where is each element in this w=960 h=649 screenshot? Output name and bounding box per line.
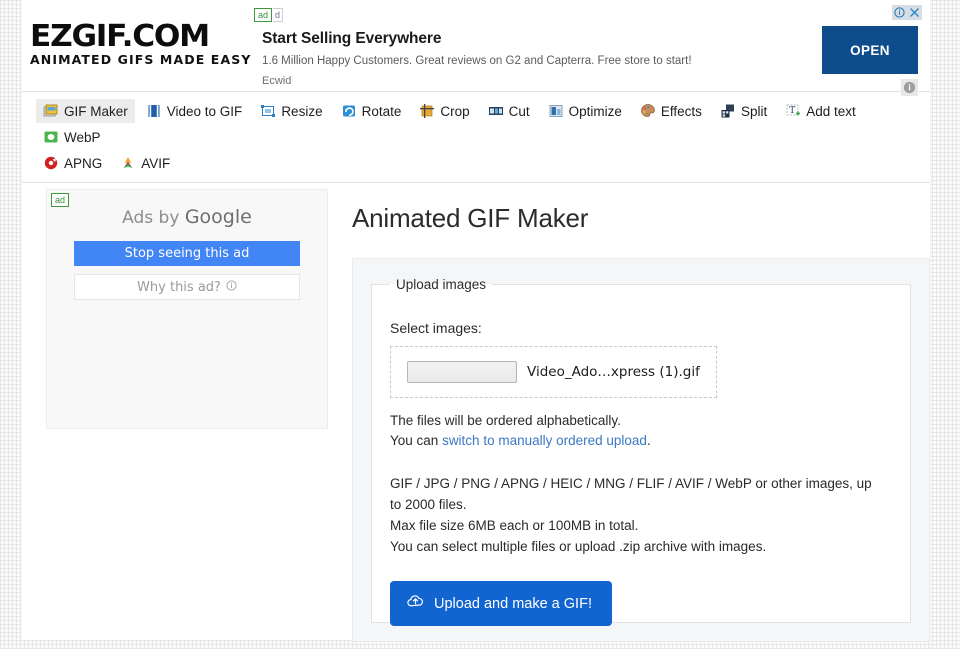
cloud-upload-icon [406, 592, 425, 615]
ad-open-button[interactable]: OPEN [822, 26, 918, 74]
tab-avif[interactable]: AVIF [113, 151, 177, 175]
tab-label: Add text [806, 103, 856, 119]
ad-badge: ad [254, 8, 273, 22]
avif-icon [120, 155, 136, 171]
ad-headline[interactable]: Start Selling Everywhere [262, 30, 441, 48]
ad-description: 1.6 Million Happy Customers. Great revie… [262, 55, 692, 67]
effects-icon [640, 103, 656, 119]
tab-label: Split [740, 103, 768, 119]
add-text-icon: T [785, 103, 801, 119]
tab-cut[interactable]: Cut [481, 99, 537, 123]
google-ads-panel: ad Ads by Google Stop seeing this ad Why… [46, 189, 328, 429]
ad-source: Ecwid [262, 75, 292, 87]
nav-row-secondary: APNG AVIF [34, 150, 920, 176]
ordering-note-line1: The files will be ordered alphabetically… [390, 413, 621, 428]
tab-label: Crop [440, 103, 470, 119]
upload-legend: Upload images [396, 277, 487, 292]
why-this-ad-button[interactable]: Why this ad? [74, 274, 300, 300]
selected-file-name: Video_Ado…xpress (1).gif [527, 364, 700, 380]
rotate-icon [341, 103, 357, 119]
ads-by-google-label: Ads by Google [47, 206, 327, 228]
cut-icon [488, 103, 504, 119]
content-area: ad Ads by Google Stop seeing this ad Why… [22, 183, 930, 649]
top-ad-banner: EZGIF.COM ANIMATED GIFS MADE EASY ad d S… [22, 0, 930, 96]
tab-label: Effects [660, 103, 702, 119]
page-container: EZGIF.COM ANIMATED GIFS MADE EASY ad d S… [22, 0, 930, 642]
ad-badge-group: ad d [254, 8, 284, 22]
svg-text:T: T [789, 106, 795, 116]
side-ad-badge: ad [51, 193, 70, 207]
tab-label: GIF Maker [64, 103, 128, 119]
tab-resize[interactable]: Resize [253, 99, 329, 123]
gif-maker-icon [43, 103, 59, 119]
logo-tagline: ANIMATED GIFS MADE EASY [30, 52, 252, 67]
tab-label: Rotate [361, 103, 402, 119]
apng-icon [43, 155, 59, 171]
tab-label: Cut [508, 103, 530, 119]
webp-icon [43, 129, 59, 145]
nav-row-primary: GIF Maker Video to GIF Resize Rotate Cro… [34, 98, 920, 150]
upload-panel: Upload images Select images: Video_Ado…x… [352, 258, 930, 642]
tab-webp[interactable]: WebP [36, 125, 108, 149]
info-icon[interactable] [892, 5, 907, 20]
tab-crop[interactable]: Crop [412, 99, 476, 123]
ordering-note-prefix: You can [390, 433, 443, 448]
close-icon[interactable] [907, 5, 922, 20]
ads-by-prefix: Ads by [122, 208, 185, 228]
split-icon [720, 103, 736, 119]
ordering-note: The files will be ordered alphabetically… [390, 411, 892, 451]
ad-badge-ghost: d [273, 8, 284, 22]
select-images-label: Select images: [390, 320, 482, 336]
formats-note: GIF / JPG / PNG / APNG / HEIC / MNG / FL… [390, 476, 872, 512]
format-info: GIF / JPG / PNG / APNG / HEIC / MNG / FL… [390, 473, 872, 557]
choose-file-button[interactable] [407, 361, 517, 383]
page-title: Animated GIF Maker [352, 203, 589, 233]
size-note: Max file size 6MB each or 100MB in total… [390, 518, 639, 533]
file-drop-zone[interactable]: Video_Ado…xpress (1).gif [390, 346, 717, 398]
ad-corner-info-icon[interactable] [901, 79, 918, 96]
ad-controls [892, 5, 922, 20]
resize-icon [260, 103, 276, 119]
ordering-note-suffix: . [646, 433, 651, 448]
logo-wordmark: EZGIF.COM [30, 19, 210, 54]
optimize-icon [548, 103, 564, 119]
tab-optimize[interactable]: Optimize [541, 99, 629, 123]
tab-video-to-gif[interactable]: Video to GIF [139, 99, 250, 123]
tab-label: APNG [64, 155, 103, 171]
tab-label: Optimize [568, 103, 622, 119]
tab-label: WebP [64, 129, 101, 145]
main-panel: Animated GIF Maker Upload images Select … [352, 183, 930, 642]
why-this-ad-label: Why this ad? [137, 279, 221, 295]
site-logo[interactable]: EZGIF.COM ANIMATED GIFS MADE EASY [30, 22, 258, 67]
tab-label: Video to GIF [166, 103, 243, 119]
upload-fieldset: Upload images Select images: Video_Ado…x… [371, 277, 911, 626]
google-brand: Google [184, 206, 252, 228]
tab-rotate[interactable]: Rotate [334, 99, 409, 123]
tab-label: AVIF [141, 155, 171, 171]
tool-navigation: GIF Maker Video to GIF Resize Rotate Cro… [22, 92, 930, 183]
manual-order-link[interactable]: switch to manually ordered upload [442, 433, 647, 448]
video-icon [146, 103, 162, 119]
tab-add-text[interactable]: T Add text [778, 99, 863, 123]
upload-button-label: Upload and make a GIF! [434, 595, 592, 612]
upload-and-make-gif-button[interactable]: Upload and make a GIF! [390, 581, 612, 626]
zip-note: You can select multiple files or upload … [390, 539, 767, 554]
tab-effects[interactable]: Effects [633, 99, 709, 123]
crop-icon [419, 103, 435, 119]
ordering-note-line2: You can switch to manually ordered uploa… [390, 431, 892, 451]
stop-seeing-this-ad-button[interactable]: Stop seeing this ad [74, 241, 300, 266]
tab-split[interactable]: Split [713, 99, 774, 123]
info-icon [226, 279, 237, 295]
tab-apng[interactable]: APNG [36, 151, 109, 175]
tab-label: Resize [281, 103, 323, 119]
tab-gif-maker[interactable]: GIF Maker [36, 99, 135, 123]
